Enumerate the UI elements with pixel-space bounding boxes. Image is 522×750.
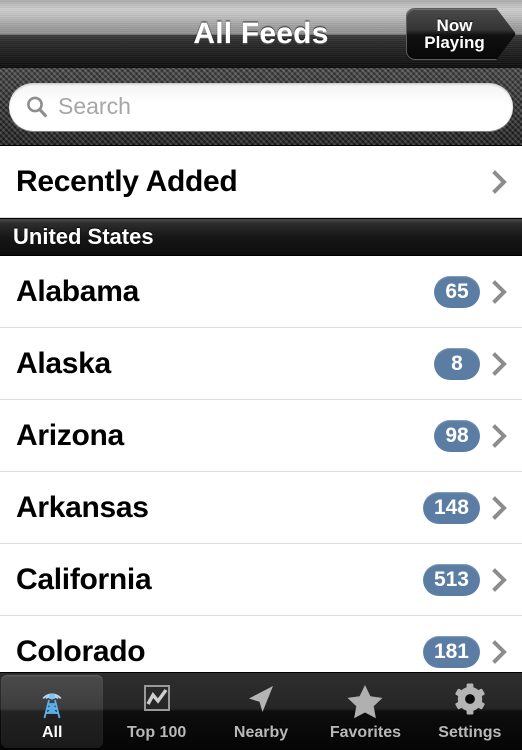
list-item-recently-added[interactable]: Recently Added [0, 146, 522, 218]
list-item-label: Arizona [16, 418, 124, 452]
tab-label: Settings [438, 724, 502, 741]
chevron-right-icon [492, 351, 508, 377]
status-badge: 148 [422, 491, 480, 524]
list-item-label: Colorado [16, 634, 146, 668]
status-badge: 8 [434, 347, 480, 380]
status-badge: 513 [422, 563, 480, 596]
tab-label: Top 100 [126, 724, 187, 741]
tab-settings[interactable]: Settings [419, 675, 521, 748]
tab-top-100[interactable]: Top 100 [105, 675, 207, 748]
table-row[interactable]: Arizona 98 [0, 400, 522, 472]
now-playing-button[interactable]: Now Playing [406, 8, 516, 60]
chevron-right-icon [492, 169, 508, 195]
chevron-right-icon [492, 279, 508, 305]
chevron-right-icon [492, 639, 508, 665]
search-placeholder: Search [58, 93, 131, 119]
chevron-right-icon [492, 423, 508, 449]
tab-all[interactable]: All [1, 675, 104, 748]
now-playing-button-label: Now Playing [406, 8, 516, 60]
navigation-bar: All Feeds Now Playing [0, 0, 522, 68]
list-item-label: Arkansas [16, 490, 149, 524]
tab-favorites[interactable]: Favorites [314, 675, 416, 748]
list-item-label: California [16, 562, 152, 596]
tab-label: All [41, 724, 63, 741]
tab-label: Nearby [233, 724, 289, 741]
list-item-label: Alaska [16, 346, 111, 380]
status-badge: 181 [422, 635, 480, 668]
chevron-right-icon [492, 495, 508, 521]
list-item-label: Recently Added [16, 164, 238, 198]
app-root: All Feeds Now Playing Search Recently Ad… [0, 0, 522, 750]
list-item-label: Alabama [16, 274, 139, 308]
table-row[interactable]: Colorado 181 [0, 616, 522, 672]
tab-nearby[interactable]: Nearby [210, 675, 312, 748]
navigation-arrow-icon [239, 681, 283, 721]
tab-label: Favorites [329, 724, 401, 741]
table-row[interactable]: Alaska 8 [0, 328, 522, 400]
now-playing-line2: Playing [424, 33, 485, 52]
radio-tower-icon [30, 681, 74, 721]
gear-icon [448, 681, 492, 721]
chart-icon [135, 681, 179, 721]
tab-bar: All Top 100 Nearby Favorites Settings [0, 672, 522, 750]
table-row[interactable]: California 513 [0, 544, 522, 616]
feeds-list[interactable]: Recently Added United States Alabama 65 … [0, 146, 522, 672]
search-bar-container: Search [0, 68, 522, 146]
chevron-right-icon [492, 567, 508, 593]
table-row[interactable]: Arkansas 148 [0, 472, 522, 544]
table-row[interactable]: Alabama 65 [0, 256, 522, 328]
star-icon [343, 681, 387, 721]
section-header-label: United States [13, 224, 154, 249]
status-badge: 98 [434, 419, 480, 452]
search-input[interactable]: Search [9, 82, 513, 131]
now-playing-line1: Now [436, 15, 473, 35]
search-icon [25, 95, 49, 119]
section-header-united-states: United States [0, 218, 522, 256]
status-badge: 65 [434, 275, 480, 308]
